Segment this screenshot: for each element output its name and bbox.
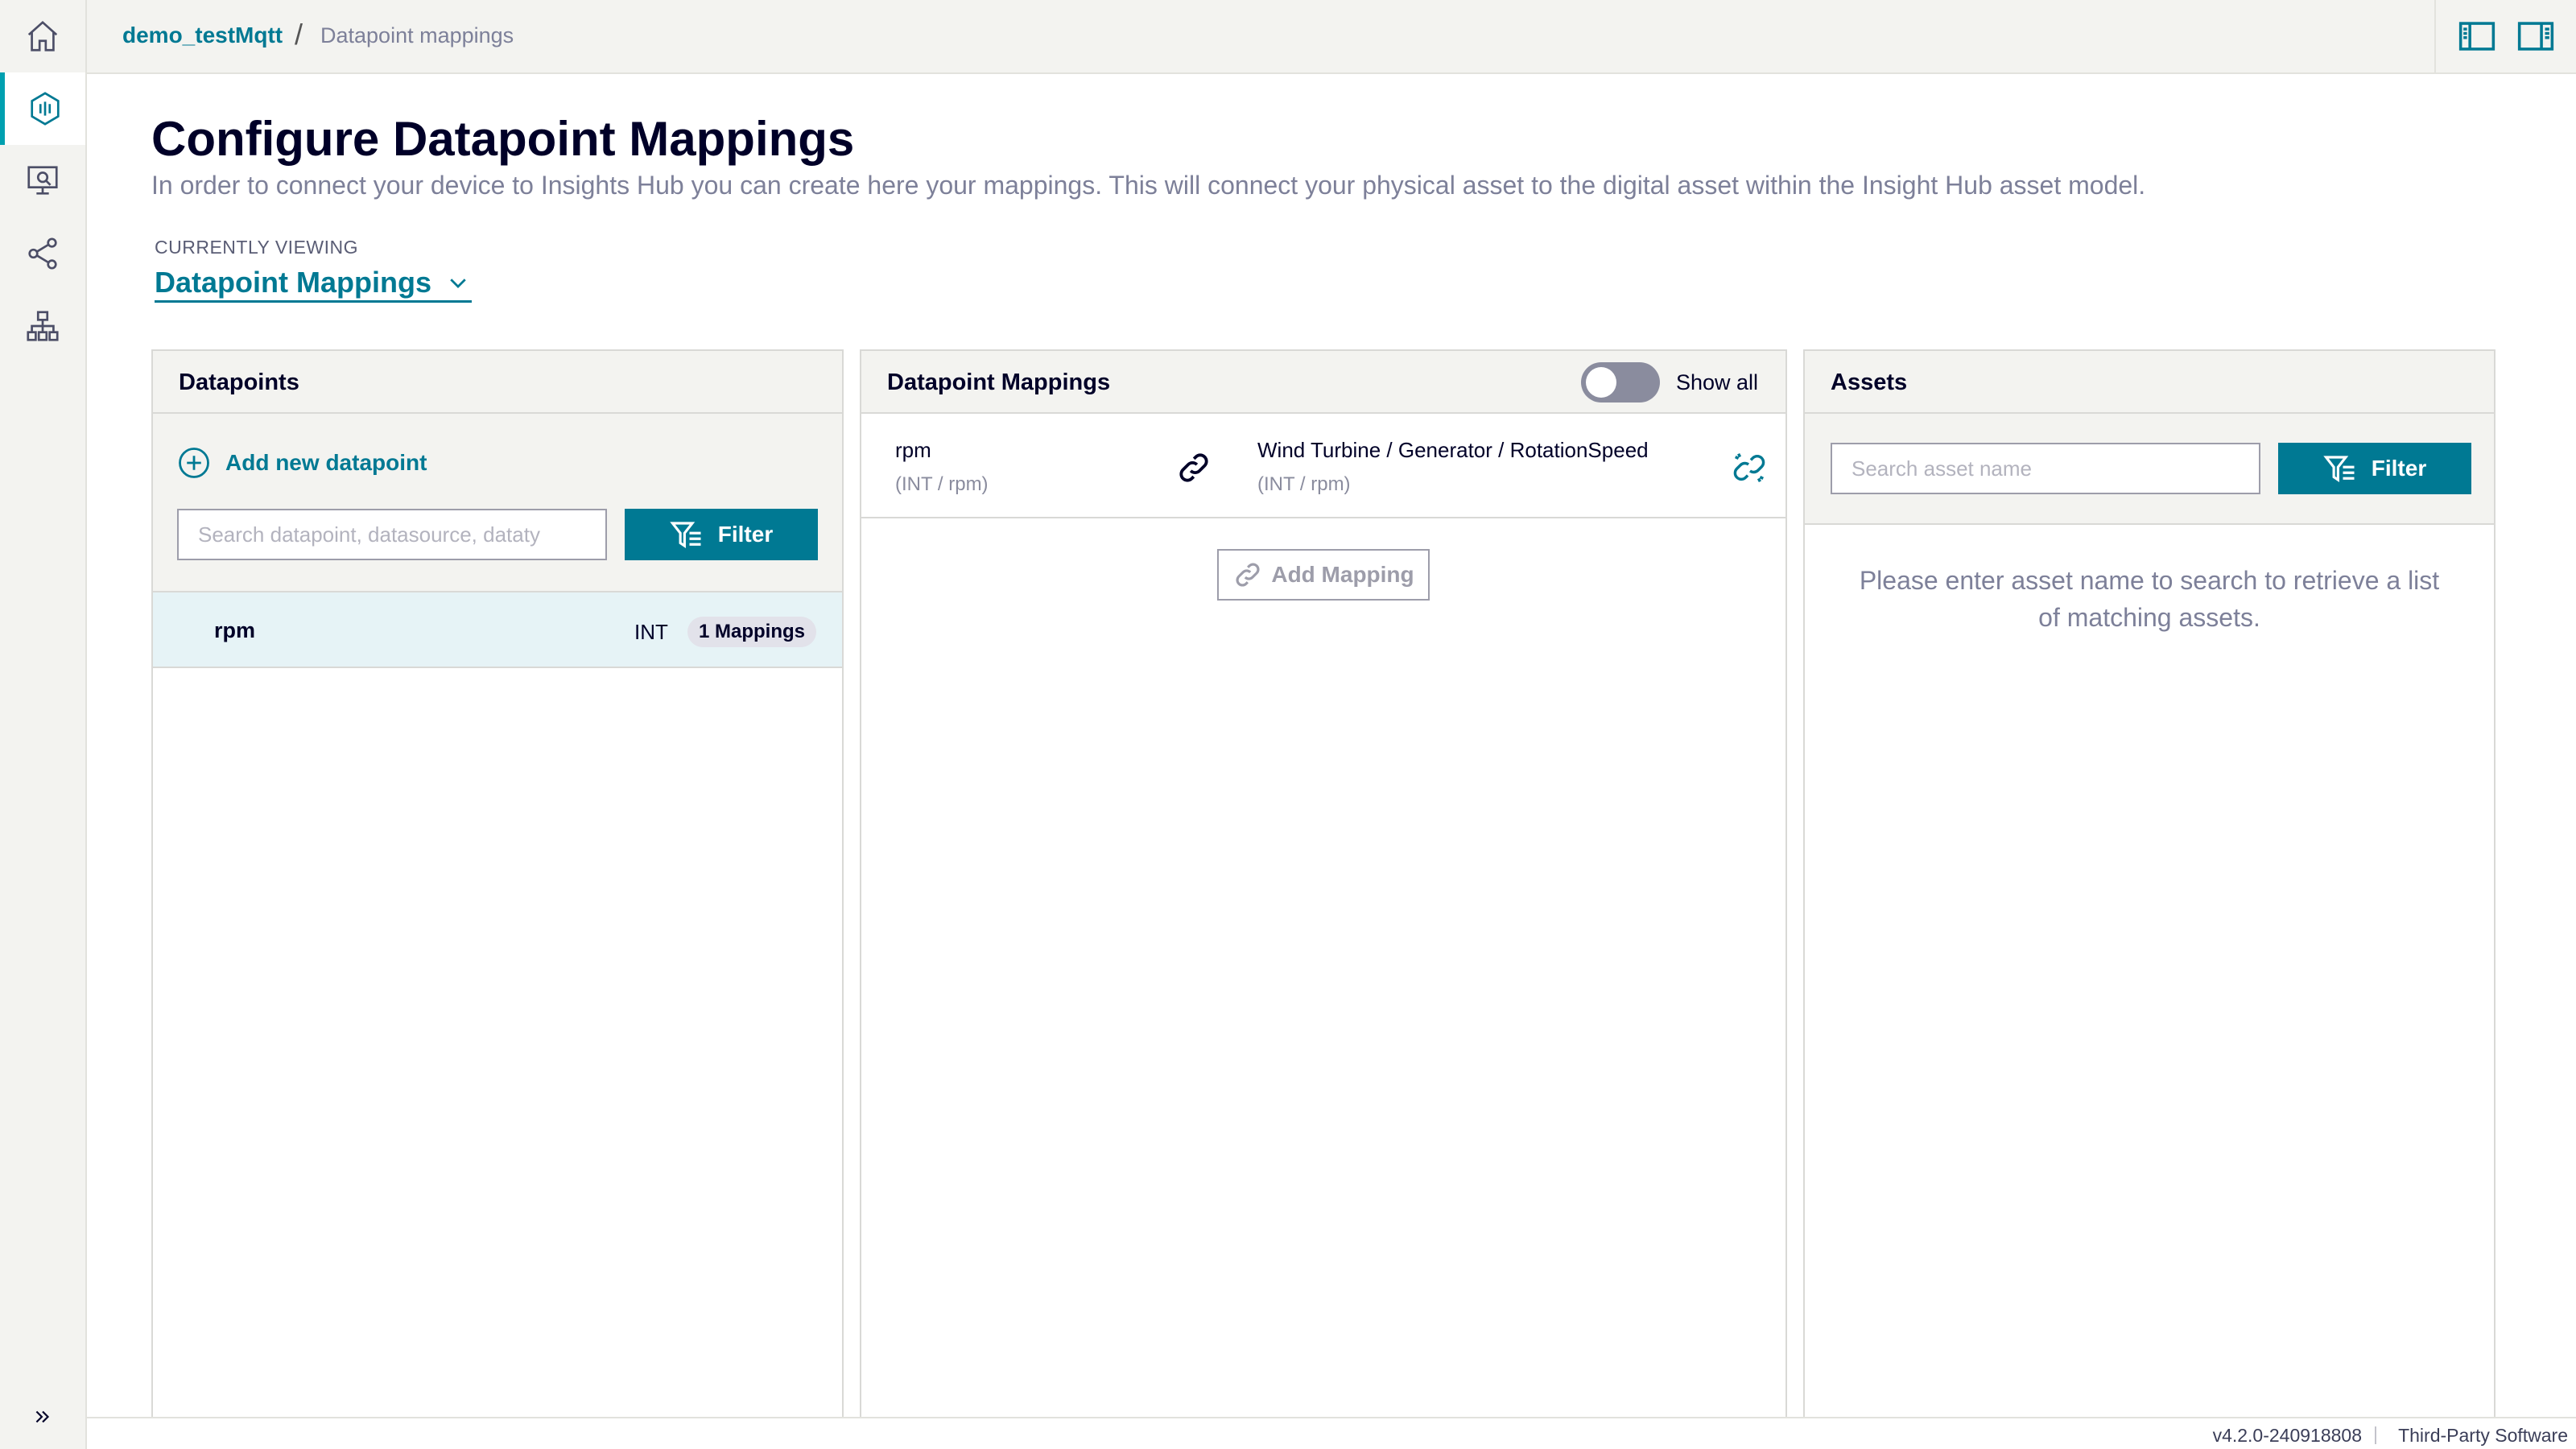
share-nodes-icon bbox=[28, 237, 57, 270]
link-icon bbox=[1179, 453, 1208, 482]
page-title: Configure Datapoint Mappings bbox=[151, 112, 855, 166]
unlink-icon[interactable] bbox=[1731, 449, 1768, 486]
asset-search-input[interactable] bbox=[1831, 443, 2260, 494]
datapoints-panel: Datapoints Add new datapoint Filter rpm … bbox=[151, 349, 844, 1449]
add-mapping-label: Add Mapping bbox=[1271, 562, 1414, 587]
mappings-panel: Datapoint Mappings Show all rpm (INT / r… bbox=[860, 349, 1787, 1449]
sidebar bbox=[0, 0, 87, 1449]
version-label: v4.2.0-240918808 bbox=[2212, 1425, 2362, 1446]
filter-icon bbox=[670, 522, 701, 548]
mappings-panel-title: Datapoint Mappings bbox=[887, 369, 1111, 395]
assets-panel-title: Assets bbox=[1831, 369, 1908, 395]
add-mapping-button[interactable]: Add Mapping bbox=[1217, 549, 1430, 601]
assets-panel: Assets Filter Please enter asset name to… bbox=[1803, 349, 2496, 1449]
asset-filter-button[interactable]: Filter bbox=[2278, 443, 2471, 494]
home-icon bbox=[27, 20, 58, 52]
view-selector[interactable]: Datapoint Mappings bbox=[155, 264, 472, 303]
layout-toggles bbox=[2434, 0, 2576, 72]
datapoint-filter-label: Filter bbox=[717, 522, 774, 547]
third-party-software-link[interactable]: Third-Party Software bbox=[2398, 1425, 2568, 1447]
breadcrumb-app-link[interactable]: demo_testMqtt bbox=[122, 23, 283, 48]
breadcrumb-current-page: Datapoint mappings bbox=[320, 23, 514, 47]
monitor-search-icon bbox=[27, 166, 58, 195]
sidebar-item-monitor[interactable] bbox=[0, 145, 85, 217]
chevron-down-icon bbox=[450, 278, 466, 288]
datapoint-row[interactable]: rpm INT 1 Mappings bbox=[153, 592, 842, 668]
assets-toolbar: Filter bbox=[1805, 414, 2494, 525]
add-datapoint-button[interactable]: Add new datapoint bbox=[177, 446, 427, 480]
datapoints-panel-header: Datapoints bbox=[153, 351, 842, 414]
datapoint-filter-button[interactable]: Filter bbox=[625, 509, 818, 560]
asset-filter-label: Filter bbox=[2371, 456, 2427, 481]
sidebar-item-home[interactable] bbox=[0, 0, 85, 72]
left-panel-icon[interactable] bbox=[2458, 20, 2496, 52]
device-config-icon bbox=[31, 92, 60, 126]
mappings-panel-header: Datapoint Mappings Show all bbox=[861, 351, 1785, 414]
sidebar-item-hierarchy[interactable] bbox=[0, 290, 85, 362]
footer-separator: | bbox=[2373, 1423, 2378, 1444]
filter-icon bbox=[2323, 456, 2355, 482]
toggle-knob bbox=[1586, 367, 1616, 398]
right-panel-icon[interactable] bbox=[2517, 20, 2554, 52]
mapping-row: rpm (INT / rpm) Wind Turbine / Generator… bbox=[861, 414, 1785, 518]
hierarchy-icon bbox=[27, 311, 59, 341]
sidebar-item-device-config[interactable] bbox=[0, 72, 85, 145]
mappings-count-badge: 1 Mappings bbox=[687, 617, 817, 647]
add-circle-icon bbox=[179, 448, 209, 478]
add-datapoint-label: Add new datapoint bbox=[225, 450, 427, 475]
show-all-toggle[interactable] bbox=[1581, 362, 1660, 402]
datapoint-search-input[interactable] bbox=[177, 509, 607, 560]
mapping-target-name: Wind Turbine / Generator / RotationSpeed bbox=[1257, 438, 1649, 462]
mapping-source-meta: (INT / rpm) bbox=[895, 473, 989, 495]
show-all-label: Show all bbox=[1676, 370, 1759, 394]
datapoints-panel-title: Datapoints bbox=[179, 369, 299, 395]
footer: v4.2.0-240918808 | Third-Party Software bbox=[87, 1417, 2576, 1449]
datapoint-name: rpm bbox=[214, 618, 256, 642]
page-description: In order to connect your device to Insig… bbox=[151, 171, 2146, 200]
double-chevron-right-icon bbox=[35, 1410, 50, 1423]
assets-empty-message: Please enter asset name to search to ret… bbox=[1859, 566, 2440, 632]
view-selector-value: Datapoint Mappings bbox=[155, 265, 431, 299]
datapoints-toolbar: Add new datapoint Filter bbox=[153, 414, 842, 592]
top-bar: demo_testMqtt / Datapoint mappings bbox=[87, 0, 2576, 74]
mapping-source-name: rpm bbox=[895, 438, 931, 462]
datapoint-type: INT bbox=[634, 620, 668, 644]
assets-panel-header: Assets bbox=[1805, 351, 2494, 414]
currently-viewing-label: CURRENTLY VIEWING bbox=[155, 237, 359, 258]
sidebar-expand-button[interactable] bbox=[0, 1385, 85, 1449]
breadcrumb-separator: / bbox=[295, 18, 303, 51]
sidebar-item-share[interactable] bbox=[0, 217, 85, 290]
mapping-target-meta: (INT / rpm) bbox=[1257, 473, 1351, 495]
link-icon bbox=[1236, 563, 1260, 587]
